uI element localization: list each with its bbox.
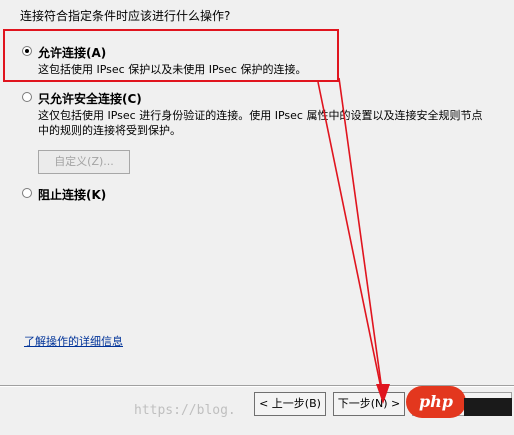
allow-secure-connection-description: 这仅包括使用 IPsec 进行身份验证的连接。使用 IPsec 属性中的设置以及…: [38, 109, 483, 137]
allow-secure-connection-label[interactable]: 只允许安全连接(C): [38, 90, 142, 107]
block-connection-radio[interactable]: [22, 188, 32, 198]
action-question: 连接符合指定条件时应该进行什么操作?: [20, 9, 231, 23]
php-logo-dark-block: [464, 398, 512, 416]
radio-selected-dot: [25, 49, 29, 53]
next-button[interactable]: 下一步(N) >: [333, 392, 405, 416]
block-connection-label[interactable]: 阻止连接(K): [38, 186, 106, 203]
php-logo: php: [406, 386, 466, 418]
option-allow-secure-connection[interactable]: 只允许安全连接(C) 这仅包括使用 IPsec 进行身份验证的连接。使用 IPs…: [22, 90, 492, 137]
allow-connection-radio[interactable]: [22, 46, 32, 56]
option-allow-connection[interactable]: 允许连接(A) 这包括使用 IPsec 保护以及未使用 IPsec 保护的连接。: [22, 44, 492, 78]
allow-connection-label[interactable]: 允许连接(A): [38, 44, 106, 61]
allow-secure-connection-radio[interactable]: [22, 92, 32, 102]
learn-more-link[interactable]: 了解操作的详细信息: [24, 333, 123, 349]
back-button[interactable]: < 上一步(B): [254, 392, 326, 416]
customize-button[interactable]: 自定义(Z)...: [38, 150, 130, 174]
allow-connection-description: 这包括使用 IPsec 保护以及未使用 IPsec 保护的连接。: [38, 63, 307, 76]
option-block-connection[interactable]: 阻止连接(K): [22, 186, 492, 202]
watermark-text: https://blog.: [134, 403, 236, 418]
firewall-rule-action-page: 连接符合指定条件时应该进行什么操作? 允许连接(A) 这包括使用 IPsec 保…: [0, 0, 514, 435]
